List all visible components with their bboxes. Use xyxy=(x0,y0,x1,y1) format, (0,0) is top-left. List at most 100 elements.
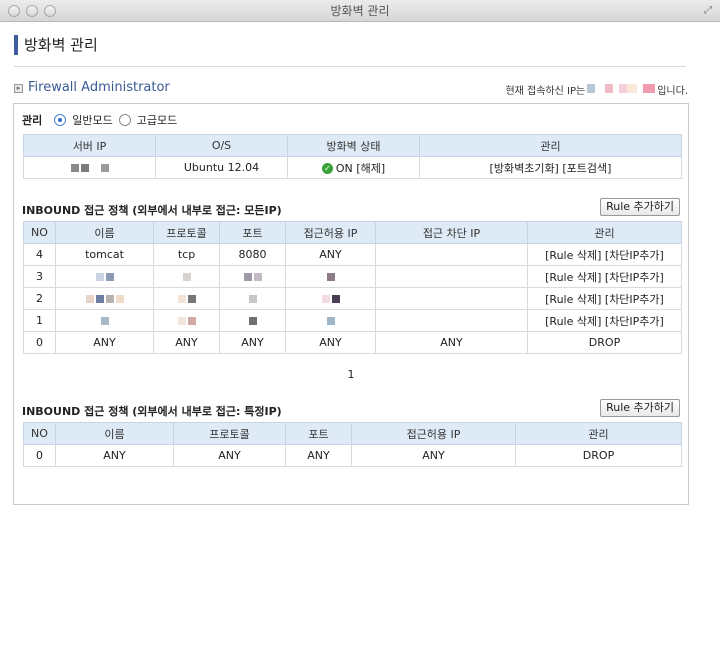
advanced-mode-label[interactable]: 고급모드 xyxy=(137,112,177,128)
page-header: 방화벽 관리 xyxy=(14,35,686,67)
rule-port-cell: ANY xyxy=(285,444,352,467)
column-header: NO xyxy=(23,422,56,445)
table-row: 1 [Rule 삭제] [차단IP추가] xyxy=(23,309,682,332)
zoom-window-button[interactable] xyxy=(44,5,56,17)
port-scan-link[interactable]: [포트검색] xyxy=(562,162,611,175)
rule-block-ip-cell xyxy=(375,309,528,332)
inbound-all-header: NO 이름 프로토콜 포트 접근허용 IP 접근 차단 IP 관리 xyxy=(23,221,682,244)
column-header: 관리 xyxy=(419,134,682,157)
minimize-window-button[interactable] xyxy=(26,5,38,17)
redacted-cell xyxy=(285,265,376,288)
redacted-cell xyxy=(153,265,220,288)
inbound-specific-title: INBOUND 접근 정책 (외부에서 내부로 접근: 특정IP) xyxy=(22,405,282,418)
column-header: NO xyxy=(23,221,56,244)
server-table-header: 서버 IP O/S 방화벽 상태 관리 xyxy=(23,134,682,157)
column-header: 관리 xyxy=(527,221,682,244)
redacted-ip xyxy=(587,83,656,96)
redacted-cell xyxy=(219,309,286,332)
column-header: 이름 xyxy=(55,422,174,445)
column-header: 접근허용 IP xyxy=(285,221,376,244)
column-header: 서버 IP xyxy=(23,134,156,157)
fullscreen-icon[interactable]: ⤢ xyxy=(704,5,712,16)
rule-allow-ip-cell: ANY xyxy=(285,331,376,354)
rule-no-cell: 3 xyxy=(23,265,56,288)
window-titlebar: 방화벽 관리 ⤢ xyxy=(0,0,720,22)
section-header: ▸ Firewall Administrator 현재 접속하신 IP는 입니다… xyxy=(14,80,688,98)
rule-no-cell: 0 xyxy=(23,331,56,354)
inbound-all-title: INBOUND 접근 정책 (외부에서 내부로 접근: 모든IP) xyxy=(22,204,282,217)
column-header: 방화벽 상태 xyxy=(287,134,420,157)
normal-mode-label[interactable]: 일반모드 xyxy=(72,112,112,128)
column-header: 이름 xyxy=(55,221,154,244)
check-icon: ✓ xyxy=(321,163,333,174)
column-header: 포트 xyxy=(285,422,352,445)
page-number-link[interactable]: 1 xyxy=(348,368,355,381)
redacted-cell xyxy=(219,287,286,310)
rule-allow-ip-cell: ANY xyxy=(351,444,516,467)
table-row: 0 ANY ANY ANY ANY DROP xyxy=(23,444,682,467)
table-row: Ubuntu 12.04 ✓ ON [해제] [방화벽초기화] [포트검색] xyxy=(23,156,682,179)
redacted-cell xyxy=(219,265,286,288)
window-title: 방화벽 관리 xyxy=(330,4,390,18)
rule-port-cell: 8080 xyxy=(219,243,286,266)
rule-block-ip-cell: ANY xyxy=(375,331,528,354)
rule-protocol-cell: tcp xyxy=(153,243,220,266)
add-rule-specific-button[interactable]: Rule 추가하기 xyxy=(600,399,680,417)
rule-no-cell: 0 xyxy=(23,444,56,467)
mode-selector: 관리 일반모드 고급모드 xyxy=(22,112,177,128)
server-table: 서버 IP O/S 방화벽 상태 관리 Ubuntu 12.04 ✓ ON [해제… xyxy=(23,134,682,179)
status-text: ON xyxy=(335,161,353,175)
section-bullet-icon: ▸ xyxy=(14,84,23,93)
rule-name-cell: tomcat xyxy=(55,243,154,266)
rule-manage-cell[interactable]: [Rule 삭제] [차단IP추가] xyxy=(527,243,682,266)
title-accent-bar xyxy=(14,35,18,55)
rule-manage-cell: DROP xyxy=(515,444,682,467)
rule-manage-cell: DROP xyxy=(527,331,682,354)
rule-protocol-cell: ANY xyxy=(173,444,286,467)
pagination: 1 xyxy=(14,368,688,381)
rule-port-cell: ANY xyxy=(219,331,286,354)
redacted-cell xyxy=(55,265,154,288)
rule-manage-cell[interactable]: [Rule 삭제] [차단IP추가] xyxy=(527,287,682,310)
close-window-button[interactable] xyxy=(8,5,20,17)
window-controls xyxy=(8,5,56,17)
ip-prefix-text: 현재 접속하신 IP는 xyxy=(505,86,586,97)
firewall-panel: 관리 일반모드 고급모드 서버 IP O/S 방화벽 상태 관리 Ubuntu … xyxy=(13,103,689,505)
mode-label: 관리 xyxy=(22,114,43,127)
reset-firewall-link[interactable]: [방화벽초기화] xyxy=(490,162,559,175)
column-header: O/S xyxy=(155,134,288,157)
rule-no-cell: 2 xyxy=(23,287,56,310)
add-rule-button[interactable]: Rule 추가하기 xyxy=(600,198,680,216)
redacted-cell xyxy=(285,287,376,310)
redacted-cell xyxy=(55,309,154,332)
column-header: 포트 xyxy=(219,221,286,244)
column-header: 접근 차단 IP xyxy=(375,221,528,244)
redacted-cell xyxy=(55,287,154,310)
rule-no-cell: 1 xyxy=(23,309,56,332)
rule-manage-cell[interactable]: [Rule 삭제] [차단IP추가] xyxy=(527,265,682,288)
rule-manage-cell[interactable]: [Rule 삭제] [차단IP추가] xyxy=(527,309,682,332)
table-row: 3 [Rule 삭제] [차단IP추가] xyxy=(23,265,682,288)
rule-block-ip-cell xyxy=(375,265,528,288)
ip-suffix-text: 입니다. xyxy=(657,86,688,97)
rule-protocol-cell: ANY xyxy=(153,331,220,354)
page-title: 방화벽 관리 xyxy=(24,36,98,54)
redacted-cell xyxy=(153,309,220,332)
rule-allow-ip-cell: ANY xyxy=(285,243,376,266)
column-header: 관리 xyxy=(515,422,682,445)
rule-name-cell: ANY xyxy=(55,331,154,354)
section-title: Firewall Administrator xyxy=(28,80,170,95)
column-header: 접근허용 IP xyxy=(351,422,516,445)
redacted-cell xyxy=(153,287,220,310)
current-ip-info: 현재 접속하신 IP는 입니다. xyxy=(505,82,688,97)
rule-block-ip-cell xyxy=(375,287,528,310)
rule-name-cell: ANY xyxy=(55,444,174,467)
table-row: 0 ANY ANY ANY ANY ANY DROP xyxy=(23,331,682,354)
rule-block-ip-cell xyxy=(375,243,528,266)
normal-mode-radio[interactable] xyxy=(54,114,67,126)
disable-firewall-link[interactable]: [해제] xyxy=(356,162,385,175)
inbound-all-table: NO 이름 프로토콜 포트 접근허용 IP 접근 차단 IP 관리 4 tomc… xyxy=(23,221,682,354)
rule-no-cell: 4 xyxy=(23,243,56,266)
os-cell: Ubuntu 12.04 xyxy=(155,156,288,179)
advanced-mode-radio[interactable] xyxy=(118,114,131,126)
